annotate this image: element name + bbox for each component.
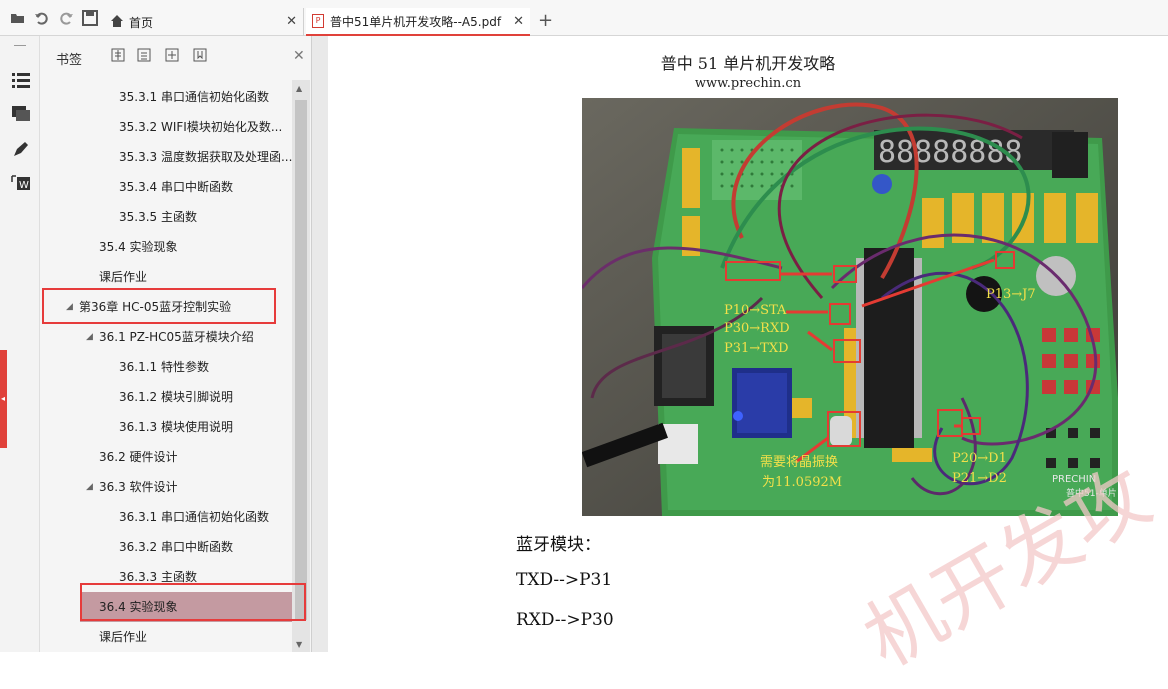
label-p30-rxd: P30→RXD <box>724 321 790 336</box>
close-panel-icon[interactable]: ✕ <box>293 48 305 64</box>
bookmark-panel: 书签 ✕ ▲ ▼ 35.3.1 串口通信初始化函数 35.3.2 WIFI模块初… <box>40 36 312 652</box>
bookmark-tree: 35.3.1 串口通信初始化函数 35.3.2 WIFI模块初始化及数... 3… <box>40 82 292 652</box>
pen-tool-icon[interactable] <box>10 140 32 162</box>
open-icon[interactable] <box>10 10 26 26</box>
label-p20-d1: P20→D1 <box>952 451 1007 466</box>
tab-home[interactable]: 首页 ✕ <box>104 8 304 36</box>
board-photo: 88888888 PRECHIN 普中51-单片 P10→STA P30→RXD… <box>582 98 1118 516</box>
home-icon <box>110 14 124 31</box>
bookmark-icon[interactable] <box>192 48 208 64</box>
label-crystal-line1: 需要将晶振换 <box>760 455 838 470</box>
outline-list-icon[interactable] <box>10 72 32 94</box>
panel-toggle-handle[interactable]: ◂ <box>0 350 7 448</box>
pdf-page: 普中 51 单片机开发攻略 www.prechin.cn 88888888 PR… <box>328 36 1168 685</box>
bookmark-item[interactable]: 35.3.3 温度数据获取及处理函... <box>40 142 292 172</box>
svg-text:88888888: 88888888 <box>878 135 1023 170</box>
bookmark-item[interactable]: 36.1.2 模块引脚说明 <box>40 382 292 412</box>
add-bookmark-icon[interactable] <box>164 48 180 64</box>
collapse-arrow-icon: ◂ <box>1 394 6 403</box>
tab-pdf-label: 普中51单片机开发攻略--A5.pdf <box>330 14 502 29</box>
add-tab-button[interactable]: + <box>538 10 553 31</box>
bookmark-label: 36.1.1 特性参数 <box>119 360 209 374</box>
bookmark-item[interactable]: 35.3.2 WIFI模块初始化及数... <box>40 112 292 142</box>
bookmark-label: 35.4 实验现象 <box>99 240 178 254</box>
undo-icon[interactable] <box>34 10 50 26</box>
bookmark-label: 36.3.2 串口中断函数 <box>119 540 233 554</box>
label-p13-j7: P13→J7 <box>986 287 1036 302</box>
body-text-bluetooth-module: 蓝牙模块： <box>516 535 601 555</box>
scroll-down-icon[interactable]: ▼ <box>296 640 302 649</box>
scrollbar-thumb[interactable] <box>295 100 307 620</box>
bookmark-label: 36.1.2 模块引脚说明 <box>119 390 233 404</box>
label-crystal-line2: 为11.0592M <box>762 475 842 490</box>
collapse-handle-icon[interactable] <box>14 45 26 46</box>
bookmark-label: 36.2 硬件设计 <box>99 450 178 464</box>
bookmark-item[interactable]: 36.3.2 串口中断函数 <box>40 532 292 562</box>
side-toolbar: W ◂ <box>0 36 40 652</box>
expand-all-icon[interactable] <box>110 48 126 64</box>
pdf-icon: P <box>312 14 324 28</box>
page-header-title: 普中 51 单片机开发攻略 <box>660 54 836 73</box>
bookmark-label: 36.1.3 模块使用说明 <box>119 420 233 434</box>
highlight-box-experiment-result <box>80 583 306 621</box>
body-text-txd: TXD-->P31 <box>516 570 613 590</box>
collapse-all-icon[interactable] <box>136 48 152 64</box>
label-p10-sta: P10→STA <box>724 303 787 318</box>
bookmark-label: 35.3.4 串口中断函数 <box>119 180 233 194</box>
bookmark-panel-title: 书签 <box>56 53 83 68</box>
bookmark-item[interactable]: ◢ 36.3 软件设计 <box>40 472 292 502</box>
body-text-rxd: RXD-->P30 <box>516 610 614 630</box>
bookmark-panel-header: 书签 ✕ <box>40 36 312 76</box>
scroll-up-icon[interactable]: ▲ <box>296 84 302 93</box>
bookmark-label: 35.3.1 串口通信初始化函数 <box>119 90 269 104</box>
board-photo-drawing: 88888888 PRECHIN 普中51-单片 P10→STA P30→RXD… <box>582 98 1118 516</box>
bookmark-label: 36.1 PZ-HC05蓝牙模块介绍 <box>99 330 254 344</box>
bookmark-item[interactable]: 35.3.1 串口通信初始化函数 <box>40 82 292 112</box>
bookmark-label: 35.3.3 温度数据获取及处理函... <box>119 150 293 164</box>
comment-icon[interactable] <box>10 106 32 128</box>
bookmark-item[interactable]: 课后作业 <box>40 622 292 652</box>
bookmark-item[interactable]: 35.3.5 主函数 <box>40 202 292 232</box>
close-icon[interactable]: ✕ <box>286 14 297 29</box>
bookmark-item[interactable]: ◢ 36.1 PZ-HC05蓝牙模块介绍 <box>40 322 292 352</box>
bookmark-label: 36.3 软件设计 <box>99 480 178 494</box>
bookmark-label: 36.3.1 串口通信初始化函数 <box>119 510 269 524</box>
bookmark-label: 35.3.2 WIFI模块初始化及数... <box>119 120 283 134</box>
tab-bar: 首页 ✕ P 普中51单片机开发攻略--A5.pdf ✕ + <box>0 0 1168 36</box>
bookmark-item[interactable]: 36.2 硬件设计 <box>40 442 292 472</box>
highlight-box-chapter-36 <box>42 288 276 324</box>
svg-text:W: W <box>19 180 29 191</box>
bookmark-item[interactable]: 35.3.4 串口中断函数 <box>40 172 292 202</box>
expanded-arrow-icon[interactable]: ◢ <box>86 322 93 352</box>
bookmark-item[interactable]: 36.3.1 串口通信初始化函数 <box>40 502 292 532</box>
bookmark-item[interactable]: 36.1.3 模块使用说明 <box>40 412 292 442</box>
label-p31-txd: P31→TXD <box>724 341 789 356</box>
redo-icon[interactable] <box>58 10 74 26</box>
convert-to-word-icon[interactable]: W <box>10 174 32 196</box>
bookmark-label: 35.3.5 主函数 <box>119 210 197 224</box>
tab-pdf-document[interactable]: P 普中51单片机开发攻略--A5.pdf ✕ <box>306 8 530 36</box>
page-header-url: www.prechin.cn <box>694 76 802 91</box>
close-icon[interactable]: ✕ <box>513 14 524 29</box>
bookmark-item[interactable]: 36.1.1 特性参数 <box>40 352 292 382</box>
save-icon[interactable] <box>82 10 98 26</box>
expanded-arrow-icon[interactable]: ◢ <box>86 472 93 502</box>
bookmark-label: 课后作业 <box>99 630 148 644</box>
label-p21-d2: P21→D2 <box>952 471 1007 486</box>
bookmark-item[interactable]: 35.4 实验现象 <box>40 232 292 262</box>
tab-home-label: 首页 <box>129 15 154 30</box>
